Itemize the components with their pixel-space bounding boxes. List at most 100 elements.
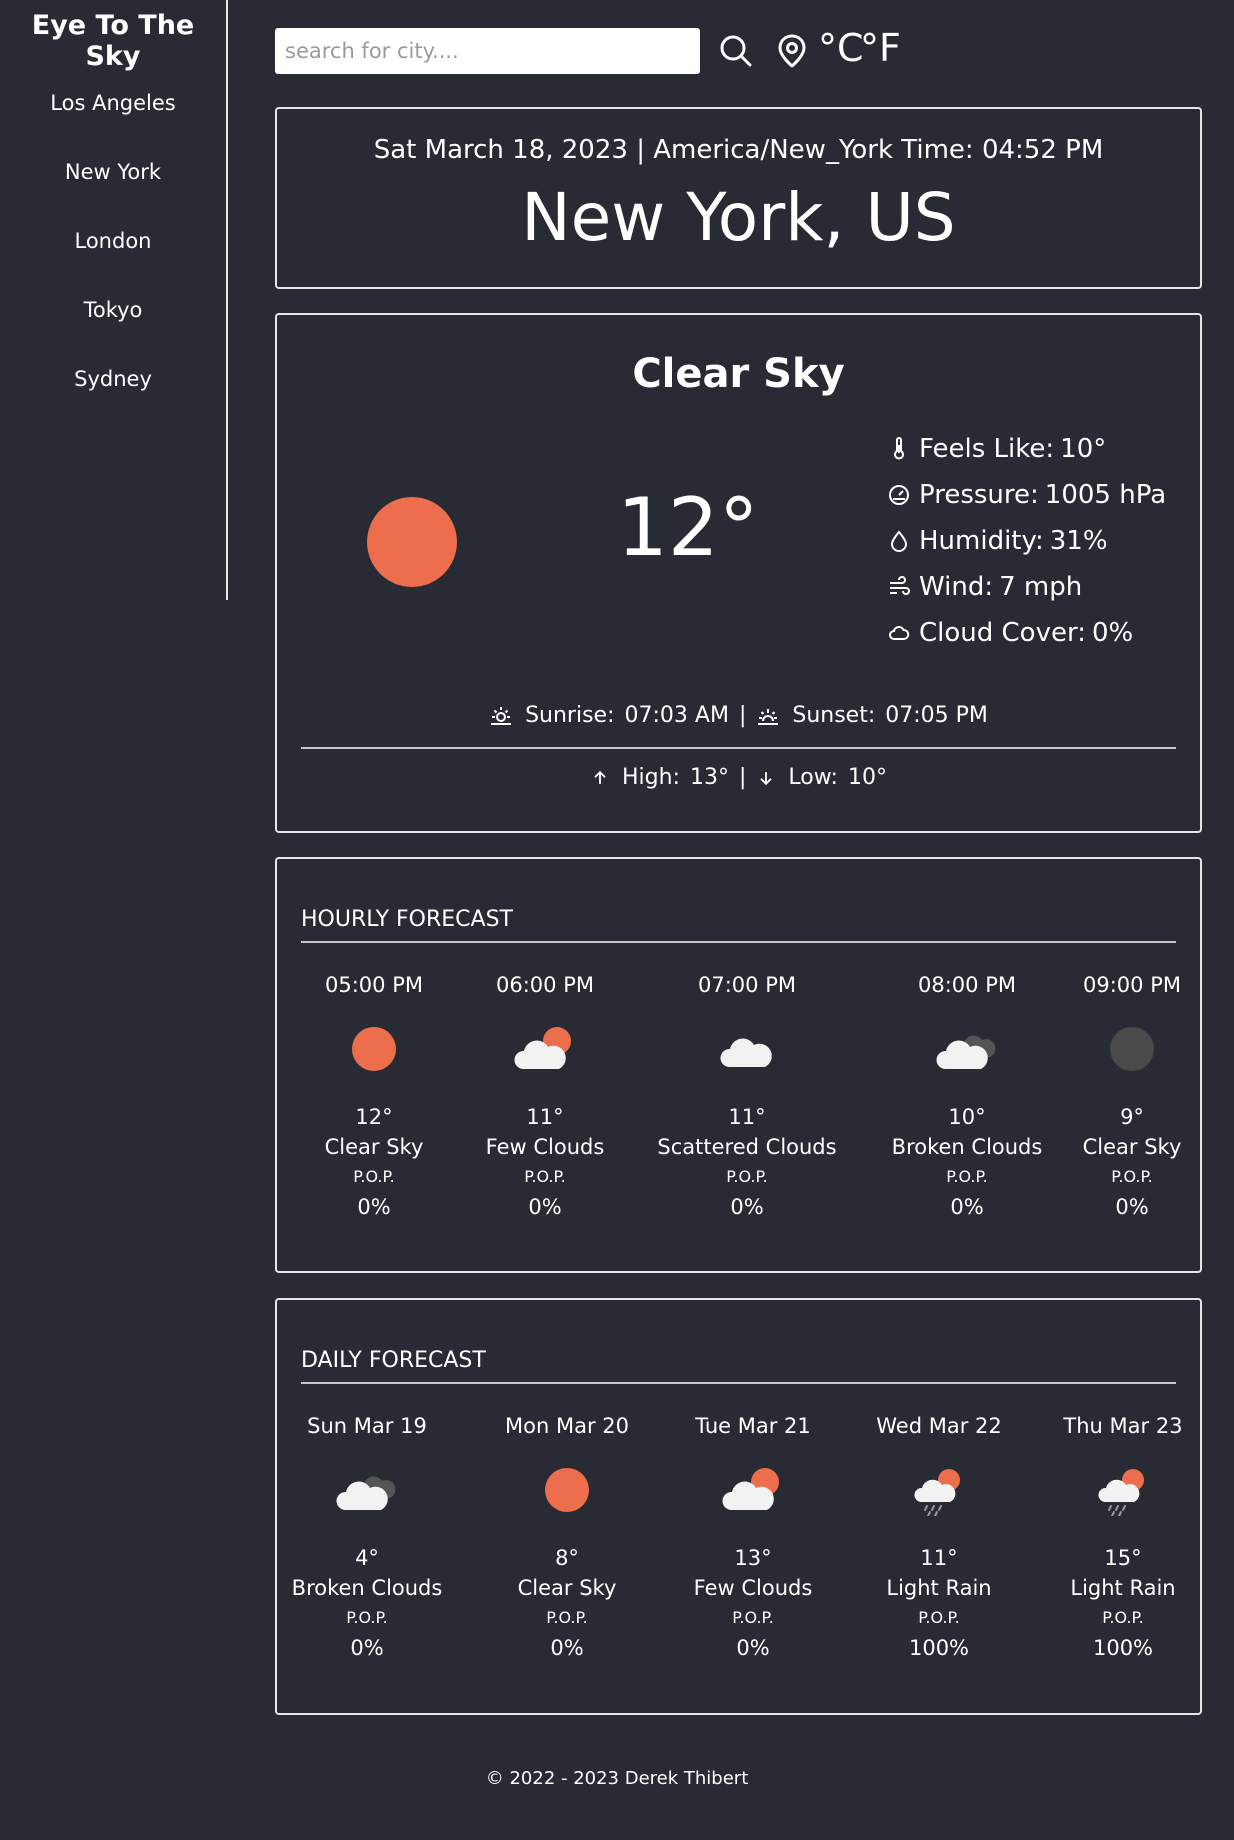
forecast-time: 07:00 PM bbox=[698, 973, 796, 997]
sun-times-row: Sunrise: 07:03 AM | Sunset: 07:05 PM bbox=[277, 703, 1200, 728]
low-label: Low: bbox=[788, 765, 838, 790]
forecast-desc: Few Clouds bbox=[693, 1576, 813, 1600]
forecast-temp: 8° bbox=[555, 1546, 579, 1570]
pop-value: 0% bbox=[350, 1636, 384, 1660]
high-value: 13° bbox=[690, 765, 729, 790]
sidebar-item-tokyo[interactable]: Tokyo bbox=[0, 298, 226, 322]
forecast-temp: 11° bbox=[526, 1105, 564, 1129]
sidebar-item-sydney[interactable]: Sydney bbox=[0, 367, 226, 391]
sunset-icon bbox=[758, 708, 779, 725]
sunrise-label: Sunrise: bbox=[525, 703, 615, 728]
arrow-up-icon bbox=[594, 770, 606, 784]
forecast-temp: 11° bbox=[728, 1105, 766, 1129]
low-value: 10° bbox=[847, 765, 887, 790]
search-icon[interactable] bbox=[717, 32, 755, 70]
fahrenheit-toggle[interactable]: °F bbox=[860, 26, 901, 70]
forecast-day: Wed Mar 22 bbox=[876, 1414, 1002, 1438]
forecast-desc: Broken Clouds bbox=[891, 1135, 1043, 1159]
pop-value: 0% bbox=[736, 1636, 770, 1660]
forecast-temp: 13° bbox=[734, 1546, 772, 1570]
forecast-time: 06:00 PM bbox=[496, 973, 594, 997]
sidebar-item-london[interactable]: London bbox=[0, 229, 226, 253]
sunrise-value: 07:03 AM bbox=[624, 703, 729, 728]
cloud-cover-label: Cloud Cover: bbox=[919, 618, 1086, 648]
location-panel: Sat March 18, 2023 | America/New_York Ti… bbox=[275, 107, 1202, 289]
humidity-value: 31% bbox=[1049, 526, 1108, 556]
sun-icon bbox=[545, 1468, 589, 1512]
forecast-temp: 9° bbox=[1120, 1105, 1144, 1129]
forecast-time: 08:00 PM bbox=[918, 973, 1016, 997]
datetime-text: Sat March 18, 2023 | America/New_York Ti… bbox=[373, 135, 1104, 165]
search-input[interactable] bbox=[275, 28, 700, 74]
forecast-temp: 11° bbox=[920, 1546, 958, 1570]
high-label: High: bbox=[622, 765, 680, 790]
sidebar-item-new-york[interactable]: New York bbox=[0, 160, 226, 184]
pop-value: 100% bbox=[908, 1636, 970, 1660]
condition-title: Clear Sky bbox=[632, 351, 845, 397]
pop-value: 100% bbox=[1092, 1636, 1154, 1660]
forecast-day: Sun Mar 19 bbox=[307, 1414, 427, 1438]
forecast-day: Thu Mar 23 bbox=[1063, 1414, 1183, 1438]
hourly-forecast-panel: HOURLY FORECAST 05:00 PM 12° Clear Sky P… bbox=[275, 857, 1202, 1273]
location-pin-icon[interactable] bbox=[773, 32, 811, 70]
sidebar-item-los-angeles[interactable]: Los Angeles bbox=[0, 91, 226, 115]
current-temp: 12° bbox=[617, 481, 759, 574]
gauge-icon bbox=[889, 485, 909, 505]
cloud-outline-icon bbox=[889, 625, 910, 640]
forecast-temp: 10° bbox=[948, 1105, 986, 1129]
broken-clouds-icon bbox=[936, 1035, 996, 1069]
high-low-row: High: 13° | Low: 10° bbox=[277, 765, 1200, 790]
pop-label: P.O.P. bbox=[1111, 1167, 1153, 1186]
forecast-temp: 15° bbox=[1104, 1546, 1142, 1570]
pop-label: P.O.P. bbox=[1102, 1608, 1144, 1627]
feels-like-label: Feels Like: bbox=[919, 434, 1055, 464]
sunset-label: Sunset: bbox=[792, 703, 876, 728]
pop-label: P.O.P. bbox=[346, 1608, 388, 1627]
pop-label: P.O.P. bbox=[918, 1608, 960, 1627]
sun-icon bbox=[352, 1027, 396, 1071]
pop-value: 0% bbox=[950, 1195, 984, 1219]
cloud-cover-value: 0% bbox=[1091, 618, 1134, 648]
light-rain-icon bbox=[913, 1468, 961, 1516]
brand-title: Eye To The Sky bbox=[31, 10, 195, 72]
feels-like-value: 10° bbox=[1060, 434, 1107, 464]
section-title-daily: DAILY FORECAST bbox=[301, 1348, 486, 1373]
separator: | bbox=[738, 703, 747, 728]
pop-label: P.O.P. bbox=[726, 1167, 768, 1186]
divider bbox=[301, 941, 1176, 943]
forecast-desc: Clear Sky bbox=[1082, 1135, 1182, 1159]
section-title-hourly: HOURLY FORECAST bbox=[301, 907, 513, 932]
celsius-toggle[interactable]: °C bbox=[818, 26, 864, 70]
pop-label: P.O.P. bbox=[946, 1167, 988, 1186]
wind-value: 7 mph bbox=[999, 572, 1083, 602]
sunrise-icon bbox=[491, 706, 512, 725]
pop-label: P.O.P. bbox=[524, 1167, 566, 1186]
feels-like-row: Feels Like: 10° bbox=[887, 431, 1106, 467]
pop-value: 0% bbox=[357, 1195, 391, 1219]
forecast-desc: Few Clouds bbox=[485, 1135, 605, 1159]
separator: | bbox=[739, 765, 747, 790]
sidebar: Eye To The Sky Los Angeles New York Lond… bbox=[0, 0, 228, 600]
pressure-row: Pressure: 1005 hPa bbox=[887, 477, 1166, 513]
forecast-desc: Clear Sky bbox=[517, 1576, 617, 1600]
wind-label: Wind: bbox=[919, 572, 994, 602]
arrow-down-icon bbox=[760, 771, 773, 785]
cloud-cover-row: Cloud Cover: 0% bbox=[887, 615, 1133, 651]
pop-value: 0% bbox=[550, 1636, 584, 1660]
forecast-temp: 4° bbox=[355, 1546, 379, 1570]
current-weather-panel: Clear Sky 12° Feels Like: 10° Pressure: … bbox=[275, 313, 1202, 833]
wind-icon bbox=[890, 576, 910, 595]
pop-label: P.O.P. bbox=[732, 1608, 774, 1627]
pop-label: P.O.P. bbox=[353, 1167, 395, 1186]
few-clouds-icon bbox=[514, 1027, 571, 1069]
thermometer-icon bbox=[894, 437, 904, 460]
daily-forecast-panel: DAILY FORECAST Sun Mar 19 4° Broken Clou… bbox=[275, 1298, 1202, 1715]
wind-row: Wind: 7 mph bbox=[887, 569, 1082, 605]
sun-icon bbox=[366, 496, 458, 588]
pop-value: 0% bbox=[730, 1195, 764, 1219]
forecast-desc: Light Rain bbox=[1070, 1576, 1176, 1600]
forecast-desc: Clear Sky bbox=[324, 1135, 424, 1159]
forecast-time: 09:00 PM bbox=[1083, 973, 1181, 997]
broken-clouds-icon bbox=[336, 1476, 396, 1510]
forecast-day: Tue Mar 21 bbox=[695, 1414, 811, 1438]
